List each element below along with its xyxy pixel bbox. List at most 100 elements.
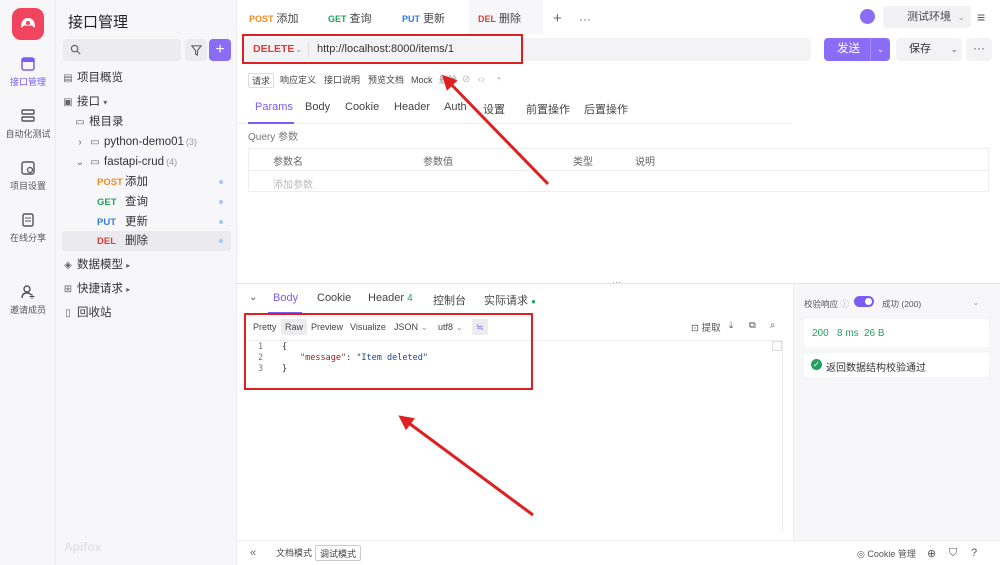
tab-post[interactable]: POST 添加 — [249, 0, 319, 34]
chevron-down-icon: ⌄ — [957, 12, 965, 22]
tab-auth[interactable]: Auth — [444, 101, 467, 113]
chevron-down-icon[interactable]: ⌄ — [950, 38, 958, 61]
sidebar-item-trash[interactable]: ▯ 回收站 — [62, 303, 231, 323]
resp-tab-actual[interactable]: 实际请求 ● — [484, 292, 536, 308]
validate-label: 校验响应 ⓘ — [804, 299, 849, 309]
response-size: 26 B — [864, 328, 885, 339]
sidebar-item-overview[interactable]: ▤ 项目概览 — [62, 68, 231, 88]
chevron-down-icon[interactable]: ⌄ — [870, 38, 890, 61]
menu-icon[interactable]: ≡ — [977, 9, 985, 25]
tree-folder-python-demo01[interactable]: › ▭ python-demo01 (3) — [74, 132, 243, 152]
caret-right-icon: ▸ — [126, 285, 131, 294]
share-icon — [22, 213, 34, 227]
send-button[interactable]: 发送 ⌄ — [824, 38, 890, 61]
annotation-box-url — [242, 34, 523, 64]
add-param-input[interactable]: 添加参数 — [273, 176, 313, 191]
shirt-icon[interactable]: ⛉ — [949, 547, 957, 560]
tree-item-get[interactable]: GET 查询 — [62, 192, 231, 212]
folder-api-icon: ▣ — [63, 97, 73, 108]
link-icon[interactable]: ⊘ — [462, 74, 470, 85]
rail-item-invite[interactable]: 邀请成员 — [0, 284, 56, 316]
rail-item-settings[interactable]: 项目设置 — [0, 160, 56, 192]
tree-root-dir[interactable]: ▭ 根目录 — [74, 112, 243, 132]
new-tab-button[interactable]: + — [553, 0, 562, 34]
environment-select[interactable]: 测试环境 ⌄ — [883, 6, 971, 28]
chevron-down-icon: ⌄ — [75, 157, 85, 168]
save-button[interactable]: 保存 ⌄ — [896, 38, 962, 61]
subtab-preview[interactable]: 预览文档 — [365, 73, 407, 88]
resp-tab-header[interactable]: Header 4 — [368, 292, 413, 304]
subtab-response-def[interactable]: 响应定义 — [277, 73, 319, 88]
add-circle-icon[interactable]: ⊕ — [927, 547, 936, 560]
col-header-type: 类型 — [573, 157, 593, 168]
resp-tab-body[interactable]: Body — [273, 292, 298, 304]
search-icon[interactable]: ⌕ — [770, 320, 775, 331]
rail-item-share[interactable]: 在线分享 — [0, 212, 56, 244]
drag-handle-icon[interactable]: ··· — [612, 277, 621, 287]
extract-icon: ⊡ — [691, 323, 699, 334]
subtab-doc[interactable]: 接口说明 — [321, 73, 363, 88]
tab-settings[interactable]: 设置 — [483, 101, 505, 117]
overview-icon: ▤ — [63, 73, 73, 84]
invite-icon — [21, 285, 35, 299]
subtab-mock[interactable]: Mock — [408, 73, 436, 88]
validate-toggle[interactable] — [854, 296, 874, 307]
debug-mode-button[interactable]: 调试模式 — [315, 545, 362, 561]
resp-tab-cookie[interactable]: Cookie — [317, 292, 351, 304]
search-input[interactable] — [63, 39, 181, 61]
tab-body[interactable]: Body — [305, 101, 330, 113]
settings-icon — [21, 161, 35, 175]
folder-icon: ▭ — [90, 157, 100, 168]
code-icon[interactable]: ‹› — [478, 74, 485, 85]
trash-icon: ▯ — [65, 308, 71, 319]
tab-more-button[interactable]: ··· — [579, 0, 591, 34]
history-icon[interactable]: ◔ — [495, 74, 501, 85]
cookie-manager-button[interactable]: ◎ Cookie 管理 — [857, 547, 916, 560]
tab-header[interactable]: Header — [394, 101, 430, 113]
collapse-icon[interactable]: ⌄ — [249, 292, 257, 303]
add-button[interactable]: + — [209, 39, 231, 61]
metrics-box — [804, 319, 989, 347]
help-icon[interactable]: ? — [971, 547, 977, 559]
scrollbar[interactable] — [772, 341, 782, 351]
tab-pre-ops[interactable]: 前置操作 — [526, 101, 570, 117]
caret-right-icon: ▸ — [126, 261, 131, 270]
tree-item-delete[interactable]: DEL 删除 — [62, 231, 231, 251]
subtab-request[interactable]: 请求 — [248, 73, 275, 88]
filter-button[interactable] — [185, 39, 207, 61]
automation-icon — [21, 109, 35, 122]
more-button[interactable]: ··· — [966, 38, 992, 61]
tab-put[interactable]: PUT 更新 — [402, 0, 472, 34]
query-title: Query 参数 — [248, 132, 299, 143]
collapse-sidebar-icon[interactable]: « — [246, 545, 260, 561]
tab-get[interactable]: GET 查询 — [328, 0, 398, 34]
tree-folder-fastapi-crud[interactable]: ⌄ ▭ fastapi-crud (4) — [74, 152, 243, 172]
tab-params[interactable]: Params — [255, 101, 293, 113]
folder-icon: ▭ — [90, 137, 100, 148]
sidebar-item-quick[interactable]: ⊞ 快捷请求 ▸ — [62, 279, 231, 299]
chevron-down-icon[interactable]: ⌄ — [972, 297, 980, 308]
check-icon: ✓ — [811, 359, 822, 370]
row-divider — [249, 170, 988, 171]
tab-cookie[interactable]: Cookie — [345, 101, 379, 113]
rail-item-automation[interactable]: 自动化测试 — [0, 108, 56, 140]
help-icon: ⓘ — [840, 299, 849, 309]
extract-button[interactable]: ⊡ 提取 — [691, 320, 721, 334]
validation-text: 返回数据结构校验通过 — [826, 363, 926, 374]
tree-item-put[interactable]: PUT 更新 — [62, 212, 231, 232]
sidebar-item-api[interactable]: ▣ 接口 ▾ — [62, 92, 231, 112]
filter-icon — [190, 44, 202, 56]
resp-tab-console[interactable]: 控制台 — [433, 292, 466, 308]
tree-item-post[interactable]: POST 添加 — [62, 172, 231, 192]
copy-icon[interactable]: ⧉ — [749, 320, 756, 331]
download-icon[interactable]: ⤓ — [729, 320, 733, 331]
doc-mode-button[interactable]: 文档模式 — [272, 545, 316, 561]
env-icon[interactable] — [860, 9, 875, 24]
sidebar-item-models[interactable]: ◈ 数据模型 ▸ — [62, 255, 231, 275]
tab-post-ops[interactable]: 后置操作 — [584, 101, 628, 117]
tab-delete[interactable]: DEL 删除 — [469, 0, 543, 34]
tab-underline-base — [237, 123, 792, 124]
rail-item-api[interactable]: 接口管理 — [0, 56, 56, 88]
search-icon — [70, 44, 81, 55]
subtab-delete[interactable]: 删除 — [436, 73, 460, 88]
